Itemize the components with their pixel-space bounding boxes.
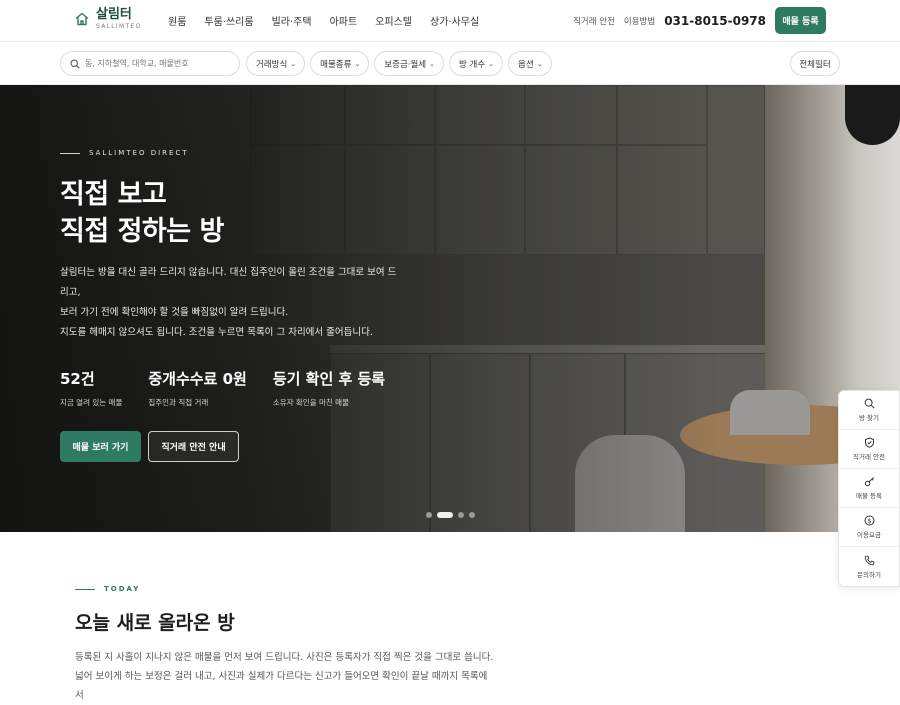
hero-eyebrow-text: SALLIMTEO DIRECT xyxy=(89,149,189,157)
quick-label: 직거래 안전 xyxy=(853,453,885,461)
nav-item-apartment[interactable]: 아파트 xyxy=(330,13,358,28)
safe-trade-guide-button[interactable]: 직거래 안전 안내 xyxy=(148,431,239,462)
carousel-dot-3[interactable] xyxy=(458,512,464,518)
hero-banner: SALLIMTEO DIRECT 직접 보고 직접 정하는 방 살림터는 방을 … xyxy=(0,85,900,532)
filter-label: 옵션 xyxy=(518,59,534,70)
search-icon xyxy=(864,398,875,409)
quick-contact[interactable]: 문의하기 xyxy=(839,547,899,586)
main-nav: 원룸 투룸·쓰리룸 빌라·주택 아파트 오피스텔 상가·사무실 xyxy=(168,13,497,28)
chevron-down-icon: ⌄ xyxy=(354,59,361,68)
quick-menu: 방 찾기 직거래 안전 매물 등록 $ 이용요금 문의하기 xyxy=(838,390,900,587)
today-eyebrow-text: TODAY xyxy=(104,585,141,593)
svg-text:$: $ xyxy=(867,517,871,525)
today-section: TODAY 오늘 새로 올라온 방 등록된 지 사흘이 지나지 않은 매물을 먼… xyxy=(75,585,835,705)
house-icon xyxy=(75,12,89,26)
hero-eyebrow: SALLIMTEO DIRECT xyxy=(60,149,189,157)
filter-label: 거래방식 xyxy=(256,59,288,70)
view-listings-button[interactable]: 매물 보러 가기 xyxy=(60,431,141,462)
filter-trade-type[interactable]: 거래방식 ⌄ xyxy=(246,51,306,76)
safe-trade-link[interactable]: 직거래 안전 xyxy=(573,15,615,27)
phone-number[interactable]: 031-8015-0978 xyxy=(664,14,766,28)
quick-pricing[interactable]: $ 이용요금 xyxy=(839,508,899,547)
stat-value: 52건 xyxy=(60,370,95,388)
quick-register[interactable]: 매물 등록 xyxy=(839,469,899,508)
divider xyxy=(60,152,80,154)
usage-link[interactable]: 이용방법 xyxy=(624,15,655,27)
quick-label: 매물 등록 xyxy=(856,492,882,500)
stat-label: 소유자 확인을 마친 매물 xyxy=(272,398,349,407)
stat-value: 중개수수료 0원 xyxy=(148,370,247,388)
search-icon xyxy=(70,58,80,69)
search-box[interactable] xyxy=(60,51,240,76)
nav-item-commercial[interactable]: 상가·사무실 xyxy=(430,13,479,28)
filter-room-count[interactable]: 방 개수 ⌄ xyxy=(449,51,504,76)
hero-stats: 52건 지금 열려 있는 매물 중개수수료 0원 집주인과 직접 거래 등기 확… xyxy=(60,368,411,408)
stat-label: 지금 열려 있는 매물 xyxy=(60,398,123,407)
stat-label: 집주인과 직접 거래 xyxy=(148,398,209,407)
carousel-dot-4[interactable] xyxy=(469,512,475,518)
search-input[interactable] xyxy=(85,59,230,68)
today-title: 오늘 새로 올라온 방 xyxy=(75,612,235,634)
stat-open-listings: 52건 지금 열려 있는 매물 xyxy=(60,368,122,408)
carousel-dot-2[interactable] xyxy=(437,512,453,518)
quick-find-room[interactable]: 방 찾기 xyxy=(839,391,899,430)
hero-description-text: 살림터는 방을 대신 골라 드리지 않습니다. 대신 집주인이 올린 조건을 그… xyxy=(60,267,397,338)
chevron-down-icon: ⌄ xyxy=(429,59,435,68)
shield-icon xyxy=(864,437,874,448)
key-icon xyxy=(864,477,874,487)
filter-chips: 거래방식 ⌄ 매물종류 ⌄ 보증금·월세 ⌄ 방 개수 ⌄ 옵션 ⌄ xyxy=(246,51,557,76)
hero-buttons: 매물 보러 가기 직거래 안전 안내 xyxy=(60,431,239,462)
nav-item-villa[interactable]: 빌라·주택 xyxy=(272,13,312,28)
hero-description: 살림터는 방을 대신 골라 드리지 않습니다. 대신 집주인이 올린 조건을 그… xyxy=(60,263,400,343)
filter-bar: 거래방식⌄ 매물종류⌄ 보증금·월세⌄ 방 개수⌄ 옵션⌄ 전체필터 xyxy=(0,42,900,85)
phone-icon xyxy=(864,555,874,565)
nav-item-officetel[interactable]: 오피스텔 xyxy=(375,13,412,28)
filter-label: 보증금·월세 xyxy=(384,59,427,70)
stat-zero-fee: 중개수수료 0원 집주인과 직접 거래 xyxy=(148,368,246,408)
stat-value: 등기 확인 후 등록 xyxy=(272,370,386,388)
chevron-down-icon: ⌄ xyxy=(290,59,297,68)
filter-label: 방 개수 xyxy=(459,59,486,70)
today-eyebrow: TODAY xyxy=(75,585,835,593)
quick-label: 이용요금 xyxy=(857,531,881,539)
today-description: 등록된 지 사흘이 지나지 않은 매물을 먼저 보여 드립니다. 사진은 등록자… xyxy=(75,652,494,701)
hero-title: 직접 보고 직접 정하는 방 xyxy=(60,179,224,247)
quick-safe-trade[interactable]: 직거래 안전 xyxy=(839,430,899,469)
stat-verified: 등기 확인 후 등록 소유자 확인을 마친 매물 xyxy=(273,368,385,408)
filter-label: 매물종류 xyxy=(320,59,352,70)
register-listing-button[interactable]: 매물 등록 xyxy=(775,7,826,34)
dollar-icon: $ xyxy=(864,515,874,526)
chevron-down-icon: ⌄ xyxy=(536,59,543,68)
quick-label: 방 찾기 xyxy=(858,414,879,422)
nav-item-tworoom[interactable]: 투룸·쓰리룸 xyxy=(204,13,253,28)
all-filters-button[interactable]: 전체필터 xyxy=(790,51,840,76)
filter-deposit-rent[interactable]: 보증금·월세 ⌄ xyxy=(374,51,444,76)
chevron-down-icon: ⌄ xyxy=(488,59,495,68)
logo[interactable]: 살림터 SALLIMTEO xyxy=(74,8,142,30)
quick-label: 문의하기 xyxy=(857,570,881,579)
carousel-dot-1[interactable] xyxy=(426,512,432,518)
nav-item-oneroom[interactable]: 원룸 xyxy=(168,13,186,28)
carousel-dots xyxy=(426,512,480,518)
brand-name: 살림터 xyxy=(96,7,132,22)
filter-property-type[interactable]: 매물종류 ⌄ xyxy=(310,51,370,76)
brand-name-en: SALLIMTEO xyxy=(96,23,142,30)
header-utilities: 직거래 안전 이용방법 031-8015-0978 매물 등록 xyxy=(573,7,826,34)
filter-options[interactable]: 옵션 ⌄ xyxy=(508,51,552,76)
site-header: 살림터 SALLIMTEO 원룸 투룸·쓰리룸 빌라·주택 아파트 오피스텔 상… xyxy=(0,0,900,42)
divider xyxy=(75,588,95,590)
